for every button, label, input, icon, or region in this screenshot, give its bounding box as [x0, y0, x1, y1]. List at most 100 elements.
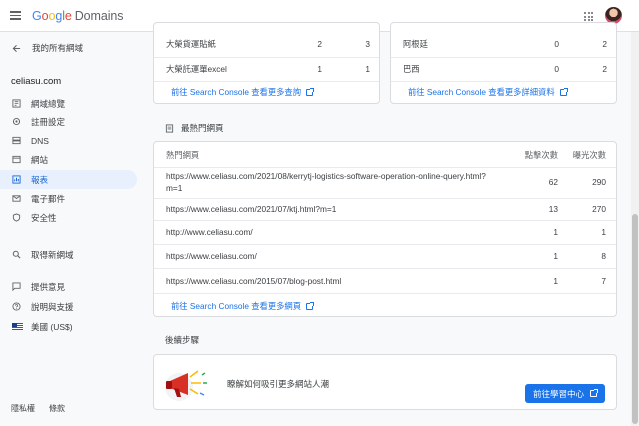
sidebar-item-label: 電子郵件 [31, 193, 66, 204]
menu-icon[interactable] [10, 11, 21, 20]
table-row: 大榮託運單excel 1 1 [154, 62, 379, 76]
help-link[interactable]: 說明與支援 [0, 297, 137, 316]
country-text: 阿根廷 [403, 39, 428, 49]
page-url[interactable]: https://www.celiasu.com/2021/08/kerrytj-… [166, 170, 501, 194]
open-in-new-icon [559, 87, 568, 96]
open-in-new-icon [306, 301, 315, 310]
sidebar-footer: 隱私權 條款 [11, 403, 65, 414]
sidebar-item-label: 網站 [31, 154, 49, 165]
divider [391, 57, 616, 58]
sidebar: 我的所有網域 celiasu.com 網域總覽 註冊設定 DNS 網站 報表 電… [0, 32, 145, 426]
header-clicks: 點擊次數 [524, 150, 558, 160]
clicks-value: 1 [553, 226, 558, 237]
locale-selector[interactable]: 美國 (US$) [0, 317, 137, 336]
sidebar-item-label: 報表 [31, 174, 49, 185]
sidebar-item-label: 網域總覽 [31, 98, 66, 109]
link-label: 前往 Search Console 查看更多網頁 [171, 301, 302, 311]
table-row: 大榮貨運貼紙 2 3 [154, 37, 379, 51]
sidebar-item-reports[interactable]: 報表 [0, 170, 137, 189]
top-countries-card: 阿根廷 0 2 巴西 0 2 前往 Search Console 查看更多詳細資… [390, 22, 617, 104]
search-icon [12, 250, 21, 259]
clicks-value: 2 [317, 39, 322, 49]
table-row: http://www.celiasu.com/ 1 1 [154, 222, 616, 241]
clicks-value: 1 [317, 64, 322, 74]
impressions-value: 2 [602, 64, 607, 74]
link-label: 前往 Search Console 查看更多詳細資料 [408, 87, 555, 97]
logo-letter: G [32, 9, 42, 23]
top-pages-heading: 最熱門網頁 [165, 122, 224, 134]
table-row: https://www.celiasu.com/2015/07/blog-pos… [154, 271, 616, 290]
table-row: https://www.celiasu.com/2021/08/kerrytj-… [154, 169, 616, 196]
divider [154, 293, 616, 294]
get-domain-label: 取得新網域 [31, 249, 74, 260]
open-in-new-icon [590, 389, 598, 397]
top-pages-card: 熱門網頁 點擊次數 曝光次數 https://www.celiasu.com/2… [153, 141, 617, 317]
feedback-link[interactable]: 提供意見 [0, 277, 137, 296]
terms-link[interactable]: 條款 [49, 403, 65, 414]
page-url[interactable]: https://www.celiasu.com/ [166, 251, 257, 261]
sidebar-item-overview[interactable]: 網域總覽 [0, 94, 137, 113]
sidebar-item-label: DNS [31, 135, 49, 146]
query-text: 大榮貨運貼紙 [166, 39, 216, 49]
divider [154, 81, 379, 82]
megaphone-illustration-icon [165, 370, 207, 401]
clicks-value: 0 [554, 64, 559, 74]
privacy-link[interactable]: 隱私權 [11, 403, 35, 414]
help-icon [12, 302, 21, 311]
impressions-value: 1 [601, 226, 606, 237]
dns-icon [12, 136, 21, 145]
clicks-value: 13 [548, 203, 558, 214]
country-text: 巴西 [403, 64, 420, 74]
dashboard-icon [12, 99, 21, 108]
header-page: 熱門網頁 [166, 150, 200, 160]
shield-icon [12, 213, 21, 222]
sidebar-item-dns[interactable]: DNS [0, 131, 137, 150]
scrollbar-thumb[interactable] [632, 214, 638, 424]
sidebar-item-website[interactable]: 網站 [0, 150, 137, 169]
page-url[interactable]: https://www.celiasu.com/2015/07/blog-pos… [166, 276, 341, 286]
feedback-label: 提供意見 [31, 281, 66, 292]
domain-name: celiasu.com [11, 76, 62, 87]
divider [154, 57, 379, 58]
sidebar-item-email[interactable]: 電子郵件 [0, 189, 137, 208]
impressions-value: 2 [602, 39, 607, 49]
link-label: 前往 Search Console 查看更多查詢 [171, 87, 302, 97]
brand-product: Domains [74, 9, 124, 23]
clicks-value: 1 [553, 275, 558, 286]
logo-letter: e [64, 9, 72, 23]
back-label: 我的所有網域 [32, 43, 84, 53]
next-steps-card: 瞭解如何吸引更多網站人潮 前往學習中心 [153, 354, 617, 410]
query-text: 大榮託運單excel [166, 64, 227, 74]
us-flag-icon [12, 323, 23, 330]
sidebar-item-label: 註冊設定 [31, 116, 66, 127]
table-row: https://www.celiasu.com/2021/07/ktj.html… [154, 199, 616, 218]
search-console-pages-link[interactable]: 前往 Search Console 查看更多網頁 [171, 300, 315, 312]
impressions-value: 290 [592, 177, 606, 187]
website-icon [12, 155, 21, 164]
get-new-domain-link[interactable]: 取得新網域 [0, 245, 137, 264]
sidebar-item-security[interactable]: 安全性 [0, 208, 137, 227]
search-console-details-link[interactable]: 前往 Search Console 查看更多詳細資料 [408, 86, 568, 98]
impressions-value: 270 [592, 203, 606, 214]
page-scrollbar[interactable] [631, 32, 639, 426]
page-url[interactable]: http://www.celiasu.com/ [166, 227, 253, 237]
section-title: 最熱門網頁 [181, 123, 224, 133]
divider [391, 81, 616, 82]
impressions-value: 8 [601, 250, 606, 261]
help-label: 說明與支援 [31, 301, 74, 312]
button-label: 前往學習中心 [532, 388, 584, 399]
page-url[interactable]: https://www.celiasu.com/2021/07/ktj.html… [166, 204, 336, 214]
table-row: https://www.celiasu.com/ 1 8 [154, 246, 616, 265]
email-icon [12, 194, 21, 203]
back-to-domains-link[interactable]: 我的所有網域 [12, 42, 83, 54]
apps-grid-icon[interactable] [584, 12, 593, 21]
divider [154, 220, 616, 221]
search-console-queries-link[interactable]: 前往 Search Console 查看更多查詢 [171, 86, 315, 98]
sidebar-item-registration[interactable]: 註冊設定 [0, 112, 137, 131]
impressions-value: 7 [601, 275, 606, 286]
learning-center-button[interactable]: 前往學習中心 [525, 384, 605, 403]
settings-icon [12, 117, 21, 126]
google-domains-logo[interactable]: Google Domains [32, 9, 123, 23]
impressions-value: 1 [365, 64, 370, 74]
sidebar-item-label: 安全性 [31, 212, 57, 223]
